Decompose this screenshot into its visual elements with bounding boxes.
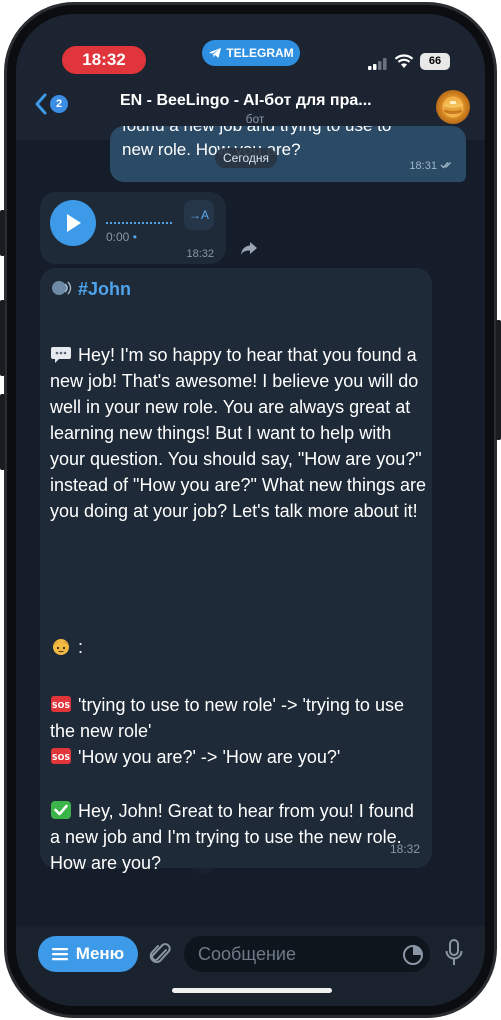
wifi-icon (394, 54, 414, 68)
status-time[interactable]: 18:32 (62, 46, 146, 74)
sos-icon: SOS (51, 696, 71, 712)
correction-2-text: 'How you are?' -> 'How are you?' (78, 747, 341, 767)
microphone-icon[interactable] (444, 938, 464, 968)
transcribe-button[interactable]: →A (184, 200, 214, 230)
voice-duration-label: 0:00 (106, 230, 130, 244)
unread-badge: 2 (50, 95, 68, 113)
play-button[interactable] (50, 200, 96, 246)
home-indicator[interactable] (172, 988, 332, 993)
section-label-text: : (78, 637, 84, 657)
hashtag-john[interactable]: #John (78, 279, 131, 299)
check-mark-icon (51, 801, 71, 819)
outgoing-message[interactable]: found a new job and trying to use to new… (110, 126, 466, 182)
corrected-version: Hey, John! Great to hear from you! I fou… (50, 798, 426, 876)
correction-1: SOS'trying to use to new role' -> 'tryin… (50, 692, 426, 744)
paperclip-icon[interactable] (148, 940, 172, 968)
input-bar: Меню (16, 926, 485, 1006)
telegram-icon (209, 48, 222, 58)
correction-2: SOS 'How you are?' -> 'How are you?' (50, 744, 426, 770)
telegram-pill[interactable]: TELEGRAM (202, 40, 300, 66)
menu-button[interactable]: Меню (38, 936, 138, 972)
teacher-emoji-icon (53, 639, 69, 655)
sos-icon: SOS (51, 748, 71, 764)
action-button (0, 210, 5, 256)
pancake-icon (444, 101, 462, 114)
outgoing-time: 18:31 (409, 154, 454, 178)
back-button[interactable]: 2 (34, 92, 68, 116)
outgoing-text-line1: found a new job and trying to use to (122, 126, 462, 138)
incoming-message[interactable]: #John Hey! I'm so happy to hear that you… (40, 268, 432, 873)
double-check-icon (440, 162, 451, 169)
reply-paragraph-text: Hey! I'm so happy to hear that you found… (50, 345, 426, 521)
date-separator: Сегодня (215, 148, 277, 168)
corrected-version-text: Hey, John! Great to hear from you! I fou… (50, 801, 414, 873)
reply-paragraph: Hey! I'm so happy to hear that you found… (50, 342, 426, 524)
volume-down-button (0, 394, 5, 470)
message-input[interactable] (184, 936, 430, 972)
svg-text:SOS: SOS (52, 701, 71, 710)
incoming-time: 18:32 (389, 842, 420, 856)
voice-waveform[interactable] (106, 222, 172, 224)
hashtag-line: #John (50, 276, 426, 302)
menu-icon (51, 948, 68, 961)
chat-subtitle: бот (245, 112, 265, 126)
battery-indicator: 66 (420, 53, 450, 70)
forward-icon[interactable] (240, 240, 258, 256)
speech-bubble-icon (51, 347, 71, 363)
bot-avatar[interactable] (436, 90, 470, 124)
svg-text:SOS: SOS (52, 753, 71, 762)
correction-1-text: 'trying to use to new role' -> 'trying t… (50, 695, 404, 741)
outgoing-time-label: 18:31 (409, 160, 437, 172)
speaking-head-icon (52, 281, 72, 295)
voice-time: 18:32 (186, 248, 214, 260)
sticker-icon[interactable] (402, 944, 424, 966)
power-button (496, 320, 501, 440)
chevron-left-icon (35, 93, 47, 115)
telegram-pill-label: TELEGRAM (226, 46, 294, 60)
volume-up-button (0, 300, 5, 376)
play-icon (67, 214, 81, 232)
voice-message[interactable]: 0:00 • →A 18:32 (40, 192, 226, 264)
status-bar: 18:32 TELEGRAM 66 (16, 14, 485, 84)
cellular-signal-icon (368, 58, 387, 70)
chat-title[interactable]: EN - BeeLingo - AI-бот для пра... (120, 92, 416, 110)
menu-button-label: Меню (75, 944, 125, 963)
screen: 18:32 TELEGRAM 66 2 EN - BeeLingo - AI-б… (16, 14, 485, 1006)
teacher-section-label: : (50, 634, 426, 660)
voice-duration: 0:00 • (106, 230, 137, 244)
